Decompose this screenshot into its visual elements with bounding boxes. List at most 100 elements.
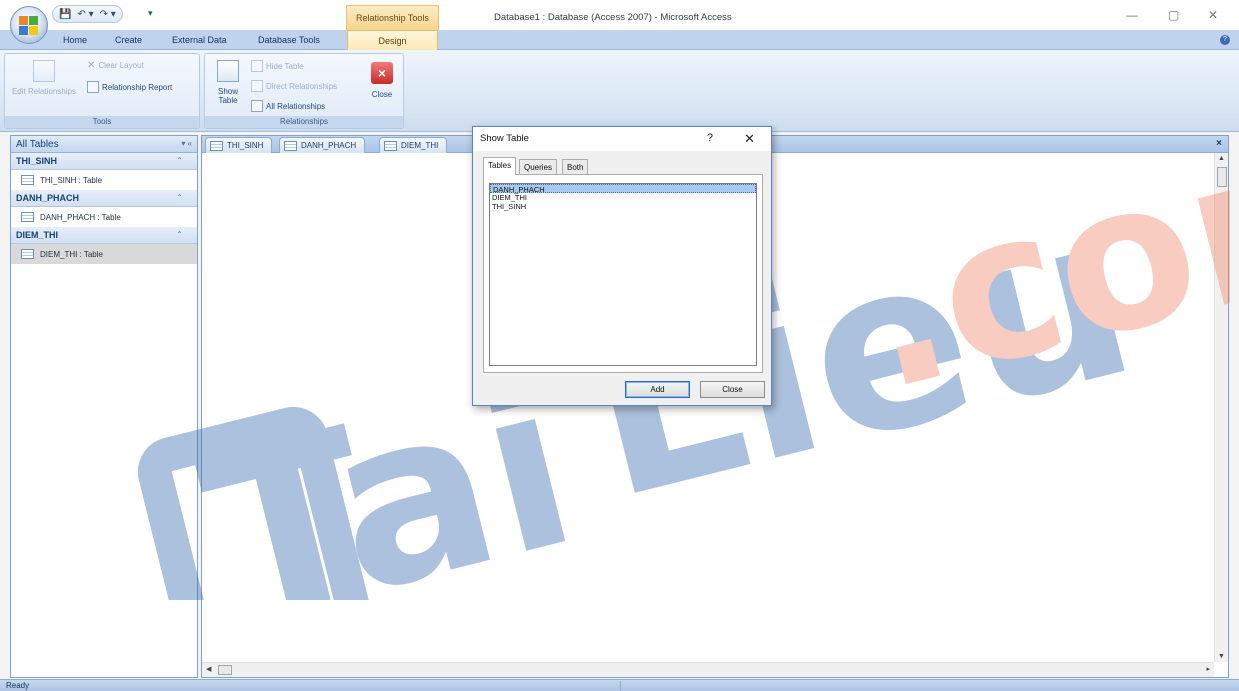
doc-tab-diem-thi[interactable]: DIEM_THI (379, 137, 448, 153)
list-item[interactable]: THI_SINH (490, 202, 756, 211)
table-icon (284, 140, 297, 151)
nav-pane-header[interactable]: All Tables ▾ « (11, 136, 197, 153)
nav-item-label: DANH_PHACH : Table (40, 212, 121, 222)
scroll-up-icon[interactable]: ▲ (1218, 155, 1225, 162)
nav-group-label: THI_SINH (16, 156, 58, 166)
doc-tab-danh-phach[interactable]: DANH_PHACH (279, 137, 366, 153)
show-table-icon (217, 60, 239, 82)
clear-layout-button[interactable]: ✕ Clear Layout (87, 60, 144, 71)
close-relationships-icon: × (371, 62, 393, 84)
minimize-button[interactable]: — (1126, 8, 1138, 22)
table-icon (384, 140, 397, 151)
dialog-tab-both[interactable]: Both (562, 159, 589, 174)
contextual-group-label: Relationship Tools (346, 5, 439, 30)
office-button[interactable] (10, 6, 48, 44)
navigation-pane: All Tables ▾ « THI_SINH ⌃ THI_SINH : Tab… (10, 135, 198, 678)
direct-relationships-label: Direct Relationships (266, 81, 338, 91)
tab-database-tools[interactable]: Database Tools (258, 35, 320, 45)
dialog-close-icon[interactable]: ✕ (744, 131, 755, 147)
nav-item-danh-phach-table[interactable]: DANH_PHACH : Table (11, 207, 197, 227)
quick-access-toolbar: 💾 ↶ ▾ ↷ ▾ (52, 5, 123, 23)
table-listbox[interactable]: DANH_PHACH DIEM_THI THI_SINH (489, 183, 757, 366)
tab-create[interactable]: Create (115, 35, 142, 45)
redo-icon[interactable]: ↷ ▾ (100, 9, 116, 20)
collapse-chevron-icon[interactable]: ⌃ (176, 193, 183, 202)
relationships-group: Show Table Hide Table Direct Relationshi… (204, 53, 404, 129)
collapse-chevron-icon[interactable]: ⌃ (176, 156, 183, 165)
dialog-tab-panel: DANH_PHACH DIEM_THI THI_SINH (483, 174, 763, 373)
nav-pane-menu-icon[interactable]: ▾ « (181, 139, 192, 148)
relationships-group-label: Relationships (205, 116, 403, 128)
restore-button[interactable]: ▢ (1168, 8, 1179, 22)
nav-item-label: THI_SINH : Table (40, 175, 103, 185)
nav-pane-title: All Tables (16, 139, 59, 150)
status-bar: Ready (0, 679, 1239, 691)
horizontal-scrollbar[interactable]: ◀ ▸ (202, 662, 1214, 677)
clear-layout-icon: ✕ (87, 60, 96, 71)
office-logo-icon (19, 16, 41, 36)
status-divider (620, 681, 621, 691)
list-item[interactable]: DIEM_THI (490, 193, 756, 202)
nav-group-label: DANH_PHACH (16, 193, 80, 203)
add-button[interactable]: Add (625, 381, 690, 398)
relationship-report-button[interactable]: Relationship Report (87, 81, 172, 93)
table-icon (21, 249, 34, 259)
nav-group-thi-sinh[interactable]: THI_SINH ⌃ (11, 153, 197, 170)
list-item[interactable]: DANH_PHACH (490, 184, 756, 194)
close-relationships-button[interactable]: Close (363, 90, 401, 99)
edit-relationships-button[interactable]: Edit Relationships (11, 87, 77, 96)
nav-group-danh-phach[interactable]: DANH_PHACH ⌃ (11, 190, 197, 207)
doc-tab-thi-sinh[interactable]: THI_SINH (205, 137, 273, 153)
ribbon-tab-row: Home Create External Data Database Tools… (0, 30, 1239, 51)
title-bar: 💾 ↶ ▾ ↷ ▾ ▾ Relationship Tools Database1… (0, 0, 1239, 44)
scroll-down-icon[interactable]: ▼ (1218, 653, 1225, 660)
undo-icon[interactable]: ↶ ▾ (77, 9, 93, 20)
tools-group: Edit Relationships ✕ Clear Layout Relati… (4, 53, 200, 129)
status-text: Ready (6, 681, 30, 690)
report-icon (87, 81, 99, 93)
doc-tab-label: DANH_PHACH (301, 141, 357, 150)
table-icon (21, 175, 34, 185)
dialog-tab-queries[interactable]: Queries (519, 159, 558, 174)
dialog-tab-tables[interactable]: Tables (483, 157, 517, 175)
vertical-scrollbar[interactable]: ▲ ▼ (1214, 153, 1228, 662)
show-table-button[interactable]: Show Table (209, 87, 247, 105)
all-relationships-button[interactable]: All Relationships (251, 100, 325, 112)
dialog-title: Show Table (480, 133, 529, 144)
help-icon[interactable]: ? (1220, 35, 1230, 45)
close-document-icon[interactable]: × (1216, 138, 1222, 149)
clear-layout-label: Clear Layout (98, 61, 144, 70)
show-table-dialog: Show Table ? ✕ Tables Queries Both DANH_… (472, 126, 772, 406)
nav-item-label: DIEM_THI : Table (40, 249, 103, 259)
relationship-report-label: Relationship Report (102, 82, 173, 92)
nav-group-diem-thi[interactable]: DIEM_THI ⌃ (11, 227, 197, 244)
hide-table-label: Hide Table (266, 61, 304, 71)
doc-tab-label: THI_SINH (227, 141, 264, 150)
tab-home[interactable]: Home (63, 35, 87, 45)
customize-qat-icon[interactable]: ▾ (148, 8, 153, 19)
edit-relationships-icon (33, 60, 55, 82)
tools-group-label: Tools (5, 116, 199, 128)
save-icon[interactable]: 💾 (59, 9, 71, 20)
table-icon (210, 140, 223, 151)
close-window-button[interactable]: ✕ (1208, 8, 1218, 22)
dialog-help-button[interactable]: ? (707, 132, 713, 144)
scroll-thumb[interactable] (1217, 167, 1227, 187)
doc-tab-label: DIEM_THI (401, 141, 439, 150)
direct-relationships-button[interactable]: Direct Relationships (251, 80, 337, 92)
scroll-right-icon[interactable]: ▸ (1206, 665, 1210, 673)
scroll-thumb[interactable] (218, 665, 232, 675)
window-title: Database1 : Database (Access 2007) - Mic… (494, 12, 732, 23)
close-button[interactable]: Close (700, 381, 765, 398)
nav-item-diem-thi-table[interactable]: DIEM_THI : Table (11, 244, 197, 264)
nav-item-thi-sinh-table[interactable]: THI_SINH : Table (11, 170, 197, 190)
tab-design[interactable]: Design (347, 30, 438, 51)
scroll-left-icon[interactable]: ◀ (206, 665, 211, 673)
all-relationships-icon (251, 100, 263, 112)
tab-external-data[interactable]: External Data (172, 35, 227, 45)
hide-table-button[interactable]: Hide Table (251, 60, 304, 72)
collapse-chevron-icon[interactable]: ⌃ (176, 230, 183, 239)
ribbon: Edit Relationships ✕ Clear Layout Relati… (0, 50, 1239, 132)
table-icon (21, 212, 34, 222)
dialog-title-bar[interactable]: Show Table ? ✕ (473, 127, 771, 151)
